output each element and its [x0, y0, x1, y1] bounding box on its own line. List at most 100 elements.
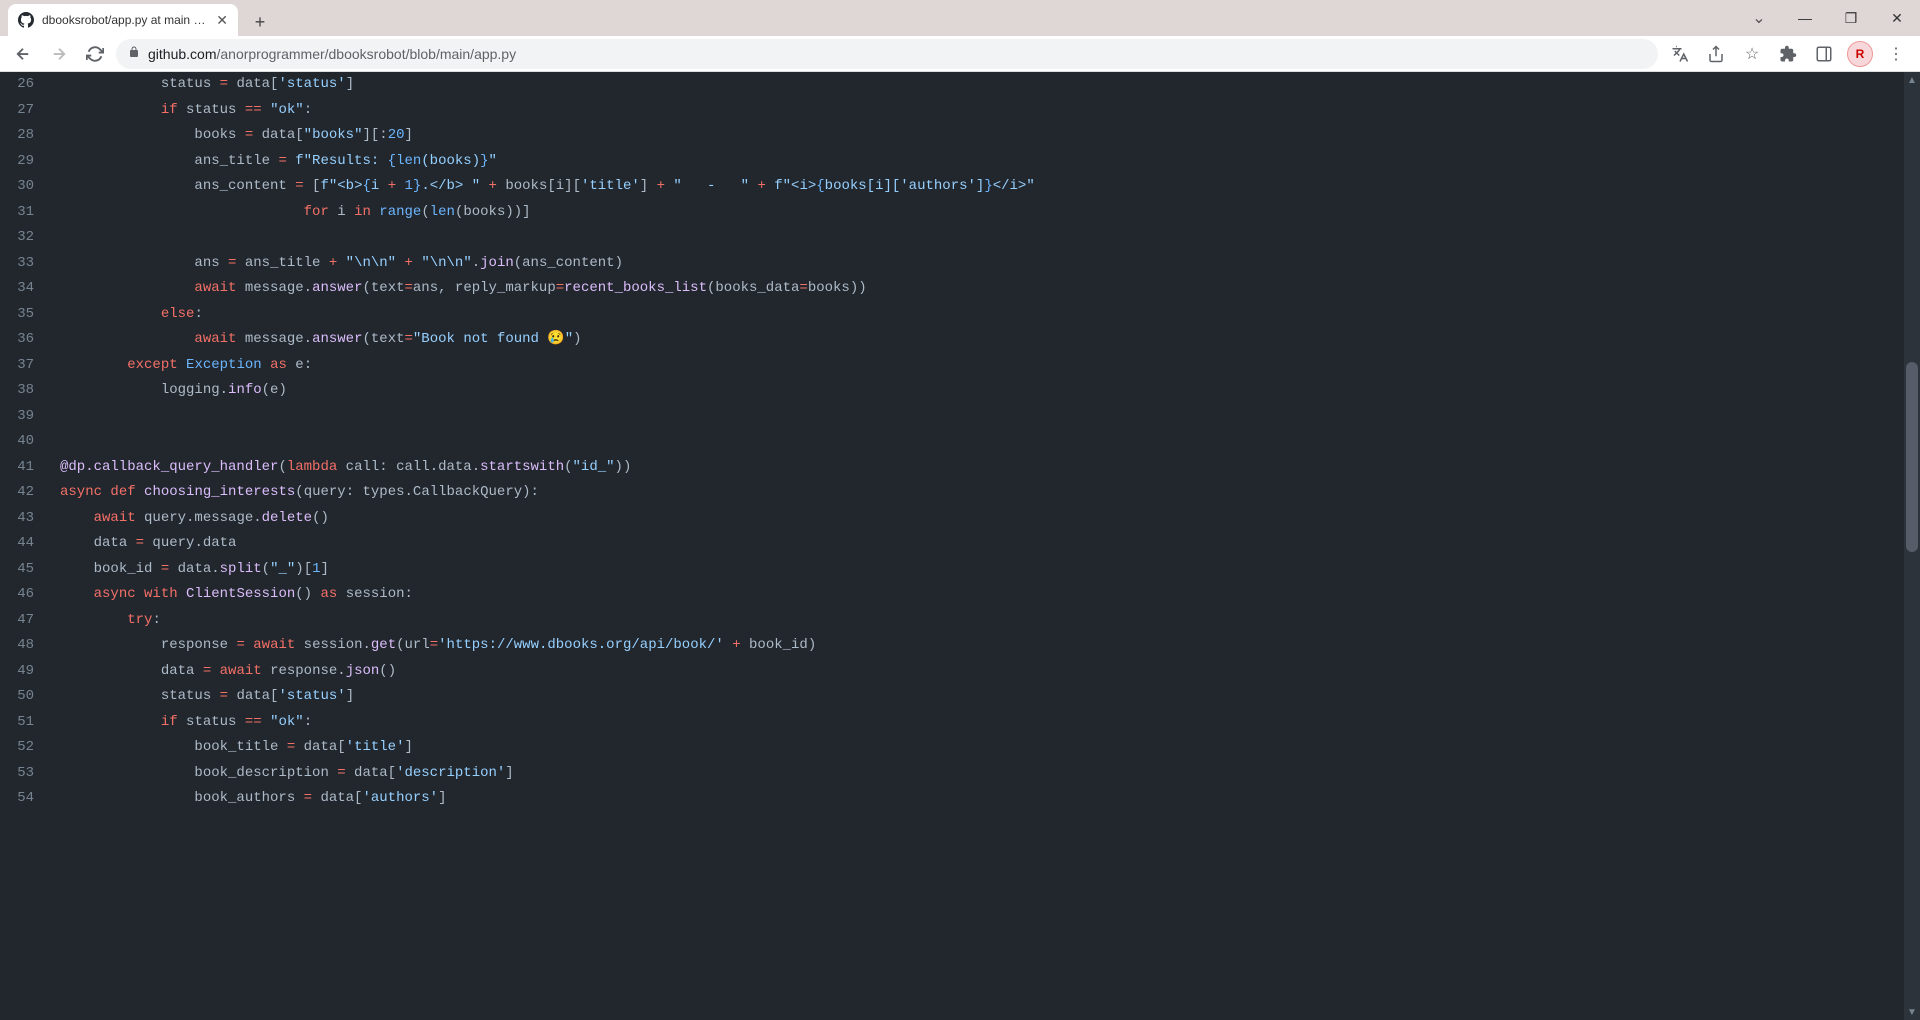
code-content[interactable]: response = await session.get(url='https:…: [50, 633, 1920, 659]
code-line: 27 if status == "ok":: [0, 98, 1920, 124]
profile-avatar[interactable]: R: [1844, 38, 1876, 70]
code-content[interactable]: books = data["books"][:20]: [50, 123, 1920, 149]
line-number[interactable]: 31: [0, 200, 50, 226]
line-number[interactable]: 44: [0, 531, 50, 557]
line-number[interactable]: 29: [0, 149, 50, 175]
line-number[interactable]: 52: [0, 735, 50, 761]
line-number[interactable]: 53: [0, 761, 50, 787]
code-content[interactable]: ans_content = [f"<b>{i + 1}.</b> " + boo…: [50, 174, 1920, 200]
code-content[interactable]: book_title = data['title']: [50, 735, 1920, 761]
close-icon[interactable]: ✕: [216, 12, 228, 29]
scrollbar-thumb[interactable]: [1906, 362, 1918, 552]
code-content[interactable]: [50, 404, 1920, 430]
code-line: 26 status = data['status']: [0, 72, 1920, 98]
code-content[interactable]: data = await response.json(): [50, 659, 1920, 685]
minimize-button[interactable]: —: [1782, 0, 1828, 36]
sidepanel-icon[interactable]: [1808, 38, 1840, 70]
code-content[interactable]: [50, 429, 1920, 455]
code-line: 40: [0, 429, 1920, 455]
code-content[interactable]: except Exception as e:: [50, 353, 1920, 379]
code-content[interactable]: async with ClientSession() as session:: [50, 582, 1920, 608]
code-content[interactable]: ans = ans_title + "\n\n" + "\n\n".join(a…: [50, 251, 1920, 277]
code-content[interactable]: book_description = data['description']: [50, 761, 1920, 787]
code-content[interactable]: logging.info(e): [50, 378, 1920, 404]
code-line: 38 logging.info(e): [0, 378, 1920, 404]
line-number[interactable]: 43: [0, 506, 50, 532]
line-number[interactable]: 27: [0, 98, 50, 124]
forward-button[interactable]: [44, 39, 74, 69]
reload-button[interactable]: [80, 39, 110, 69]
code-line: 51 if status == "ok":: [0, 710, 1920, 736]
code-line: 41@dp.callback_query_handler(lambda call…: [0, 455, 1920, 481]
new-tab-button[interactable]: +: [246, 8, 274, 36]
line-number[interactable]: 35: [0, 302, 50, 328]
code-line: 37 except Exception as e:: [0, 353, 1920, 379]
tab-title: dbooksrobot/app.py at main · an: [42, 13, 208, 27]
line-number[interactable]: 46: [0, 582, 50, 608]
code-line: 33 ans = ans_title + "\n\n" + "\n\n".joi…: [0, 251, 1920, 277]
line-number[interactable]: 39: [0, 404, 50, 430]
code-content[interactable]: await query.message.delete(): [50, 506, 1920, 532]
scroll-down-arrow[interactable]: ▼: [1904, 1004, 1920, 1020]
line-number[interactable]: 50: [0, 684, 50, 710]
line-number[interactable]: 47: [0, 608, 50, 634]
browser-tab-bar: dbooksrobot/app.py at main · an ✕ + ⌄ — …: [0, 0, 1920, 36]
code-content[interactable]: if status == "ok":: [50, 98, 1920, 124]
scroll-up-arrow[interactable]: ▲: [1904, 72, 1920, 88]
translate-icon[interactable]: [1664, 38, 1696, 70]
code-content[interactable]: await message.answer(text="Book not foun…: [50, 327, 1920, 353]
code-content[interactable]: book_authors = data['authors']: [50, 786, 1920, 812]
vertical-scrollbar[interactable]: ▲ ▼: [1904, 72, 1920, 1020]
code-content[interactable]: await message.answer(text=ans, reply_mar…: [50, 276, 1920, 302]
close-window-button[interactable]: ✕: [1874, 0, 1920, 36]
browser-tab-active[interactable]: dbooksrobot/app.py at main · an ✕: [8, 4, 238, 36]
code-line: 48 response = await session.get(url='htt…: [0, 633, 1920, 659]
code-content[interactable]: try:: [50, 608, 1920, 634]
code-content[interactable]: ans_title = f"Results: {len(books)}": [50, 149, 1920, 175]
line-number[interactable]: 32: [0, 225, 50, 251]
code-content[interactable]: else:: [50, 302, 1920, 328]
line-number[interactable]: 33: [0, 251, 50, 277]
code-line: 45 book_id = data.split("_")[1]: [0, 557, 1920, 583]
code-content[interactable]: status = data['status']: [50, 684, 1920, 710]
line-number[interactable]: 38: [0, 378, 50, 404]
code-line: 39: [0, 404, 1920, 430]
line-number[interactable]: 45: [0, 557, 50, 583]
line-number[interactable]: 41: [0, 455, 50, 481]
line-number[interactable]: 48: [0, 633, 50, 659]
address-bar[interactable]: github.com/anorprogrammer/dbooksrobot/bl…: [116, 39, 1658, 69]
code-content[interactable]: data = query.data: [50, 531, 1920, 557]
bookmark-icon[interactable]: ☆: [1736, 38, 1768, 70]
code-line: 52 book_title = data['title']: [0, 735, 1920, 761]
code-content[interactable]: @dp.callback_query_handler(lambda call: …: [50, 455, 1920, 481]
back-button[interactable]: [8, 39, 38, 69]
line-number[interactable]: 30: [0, 174, 50, 200]
code-content[interactable]: if status == "ok":: [50, 710, 1920, 736]
chevron-down-icon[interactable]: ⌄: [1736, 0, 1782, 36]
code-content[interactable]: status = data['status']: [50, 72, 1920, 98]
maximize-button[interactable]: ❐: [1828, 0, 1874, 36]
code-line: 34 await message.answer(text=ans, reply_…: [0, 276, 1920, 302]
code-content[interactable]: async def choosing_interests(query: type…: [50, 480, 1920, 506]
line-number[interactable]: 34: [0, 276, 50, 302]
menu-icon[interactable]: ⋮: [1880, 38, 1912, 70]
code-content[interactable]: for i in range(len(books))]: [50, 200, 1920, 226]
code-content[interactable]: [50, 225, 1920, 251]
line-number[interactable]: 42: [0, 480, 50, 506]
line-number[interactable]: 54: [0, 786, 50, 812]
line-number[interactable]: 26: [0, 72, 50, 98]
code-line: 32: [0, 225, 1920, 251]
code-line: 31 for i in range(len(books))]: [0, 200, 1920, 226]
code-line: 35 else:: [0, 302, 1920, 328]
line-number[interactable]: 37: [0, 353, 50, 379]
code-line: 42async def choosing_interests(query: ty…: [0, 480, 1920, 506]
line-number[interactable]: 36: [0, 327, 50, 353]
share-icon[interactable]: [1700, 38, 1732, 70]
code-content[interactable]: book_id = data.split("_")[1]: [50, 557, 1920, 583]
extensions-icon[interactable]: [1772, 38, 1804, 70]
line-number[interactable]: 49: [0, 659, 50, 685]
line-number[interactable]: 40: [0, 429, 50, 455]
line-number[interactable]: 51: [0, 710, 50, 736]
line-number[interactable]: 28: [0, 123, 50, 149]
code-line: 44 data = query.data: [0, 531, 1920, 557]
